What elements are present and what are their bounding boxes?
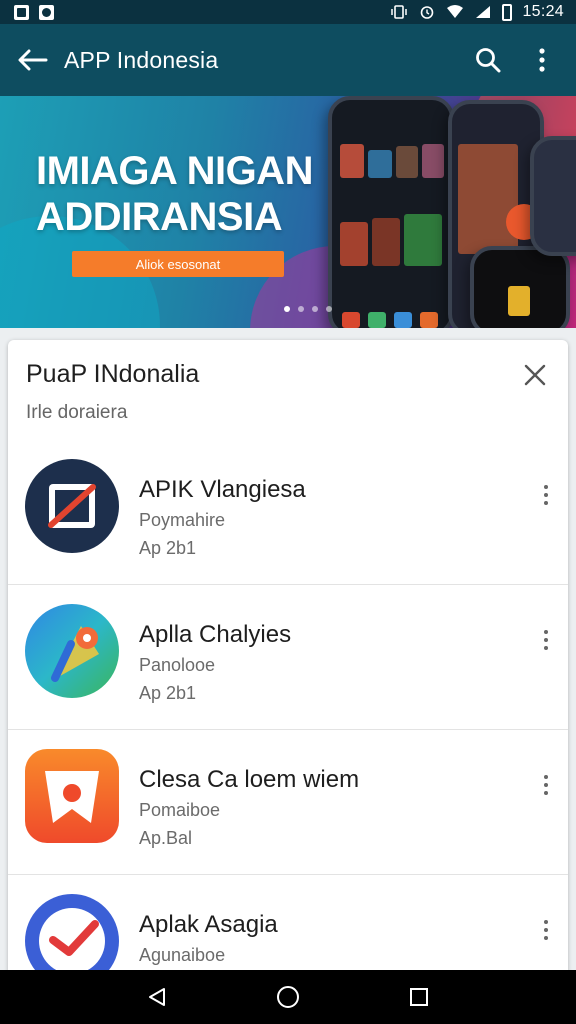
- app-meta: Ap 2b1: [139, 538, 197, 558]
- maps-pin-icon: [25, 604, 119, 698]
- item-more-button[interactable]: [536, 770, 556, 800]
- banner-headline-line: ADDIRANSIA: [36, 195, 283, 239]
- promo-banner[interactable]: IMIAGA NIGAN ADDIRANSIA Aliok esosonat: [0, 96, 576, 328]
- app-name: Aplla Chalyies: [139, 621, 292, 648]
- overflow-menu-button[interactable]: [522, 40, 562, 80]
- card-title: PuaP INdonalia: [26, 360, 200, 388]
- close-button[interactable]: [522, 362, 548, 388]
- list-item[interactable]: Aplak Asagia Agunaiboe: [8, 875, 568, 980]
- back-button[interactable]: [16, 43, 50, 77]
- app-name: Clesa Ca loem wiem: [139, 766, 360, 793]
- card-subtitle: Irle doraiera: [26, 402, 128, 423]
- phone-screen-tile: [404, 214, 442, 266]
- phone-screen-tile: [342, 312, 360, 328]
- battery-icon: [502, 3, 513, 21]
- carousel-dot[interactable]: [326, 306, 332, 312]
- phone-screen-tile: [372, 218, 400, 266]
- banner-cta-button[interactable]: Aliok esosonat: [72, 251, 284, 277]
- carousel-dot[interactable]: [298, 306, 304, 312]
- phone-screen-tile: [394, 312, 412, 328]
- list-item[interactable]: Clesa Ca loem wiem Pomaiboe Ap.Bal: [8, 730, 568, 875]
- app-category: Agunaiboe: [139, 945, 226, 965]
- status-bar: 15:24: [0, 0, 576, 24]
- item-more-button[interactable]: [536, 480, 556, 510]
- carousel-dot[interactable]: [284, 306, 290, 312]
- app-list-card: PuaP INdonalia Irle doraiera APIK Vlangi…: [8, 340, 568, 980]
- phone-screen-tile: [368, 150, 392, 178]
- system-nav-bar: [0, 970, 576, 1024]
- square-recents-icon: [409, 988, 428, 1006]
- search-button[interactable]: [468, 40, 508, 80]
- star-badge-icon: [25, 749, 119, 843]
- app-name: Aplak Asagia: [139, 911, 278, 938]
- status-indicators: 15:24: [390, 3, 564, 21]
- triangle-back-icon: [149, 988, 166, 1006]
- vibrate-icon: [391, 5, 408, 19]
- carousel-indicator[interactable]: [284, 306, 332, 312]
- alarm-icon: [421, 6, 434, 19]
- phone-mockup: [470, 246, 570, 328]
- check-compass-icon: [25, 894, 119, 980]
- phone-screen-tile: [396, 146, 418, 178]
- notification-photo-icon: [39, 4, 54, 20]
- nav-recents-button[interactable]: [399, 977, 439, 1017]
- nav-back-button[interactable]: [137, 977, 177, 1017]
- phone-screen-tile: [368, 312, 386, 328]
- page-title: APP Indonesia: [64, 46, 219, 73]
- carousel-dot[interactable]: [312, 306, 318, 312]
- app-bar: APP Indonesia: [0, 24, 576, 96]
- more-vertical-icon: [539, 48, 545, 72]
- app-category: Poymahire: [139, 510, 226, 530]
- phone-screen-tile: [340, 222, 368, 266]
- item-more-button[interactable]: [536, 625, 556, 655]
- item-more-button[interactable]: [536, 915, 556, 945]
- phone-screen-tile: [458, 144, 518, 254]
- list-item[interactable]: APIK Vlangiesa Poymahire Ap 2b1: [8, 440, 568, 585]
- phone-screen-tile: [420, 312, 438, 328]
- wifi-icon: [447, 5, 464, 18]
- blocked-square-icon: [25, 459, 119, 553]
- app-category: Pomaiboe: [139, 800, 221, 820]
- phone-screen-tile: [422, 144, 444, 178]
- status-notifications: [14, 4, 54, 20]
- app-meta: Ap.Bal: [139, 828, 193, 848]
- arrow-left-icon: [18, 49, 48, 71]
- phone-screen-tile: [508, 286, 530, 316]
- notification-image-icon: [14, 4, 29, 20]
- nav-home-button[interactable]: [268, 977, 308, 1017]
- app-list: APIK Vlangiesa Poymahire Ap 2b1 Aplla Ch…: [8, 440, 568, 980]
- circle-home-icon: [276, 986, 299, 1008]
- app-name: APIK Vlangiesa: [139, 476, 306, 503]
- close-icon: [524, 364, 546, 386]
- phone-screen-tile: [340, 144, 364, 178]
- status-time: 15:24: [522, 3, 564, 20]
- banner-headline: IMIAGA NIGAN ADDIRANSIA: [36, 148, 336, 240]
- app-meta: Ap 2b1: [139, 683, 197, 703]
- phone-mockup: [530, 136, 576, 256]
- list-item[interactable]: Aplla Chalyies Panolooe Ap 2b1: [8, 585, 568, 730]
- search-icon: [476, 48, 501, 73]
- banner-headline-line: IMIAGA NIGAN: [36, 149, 313, 193]
- signal-icon: [476, 6, 491, 18]
- app-category: Panolooe: [139, 655, 216, 675]
- phone-mockup: [328, 96, 454, 328]
